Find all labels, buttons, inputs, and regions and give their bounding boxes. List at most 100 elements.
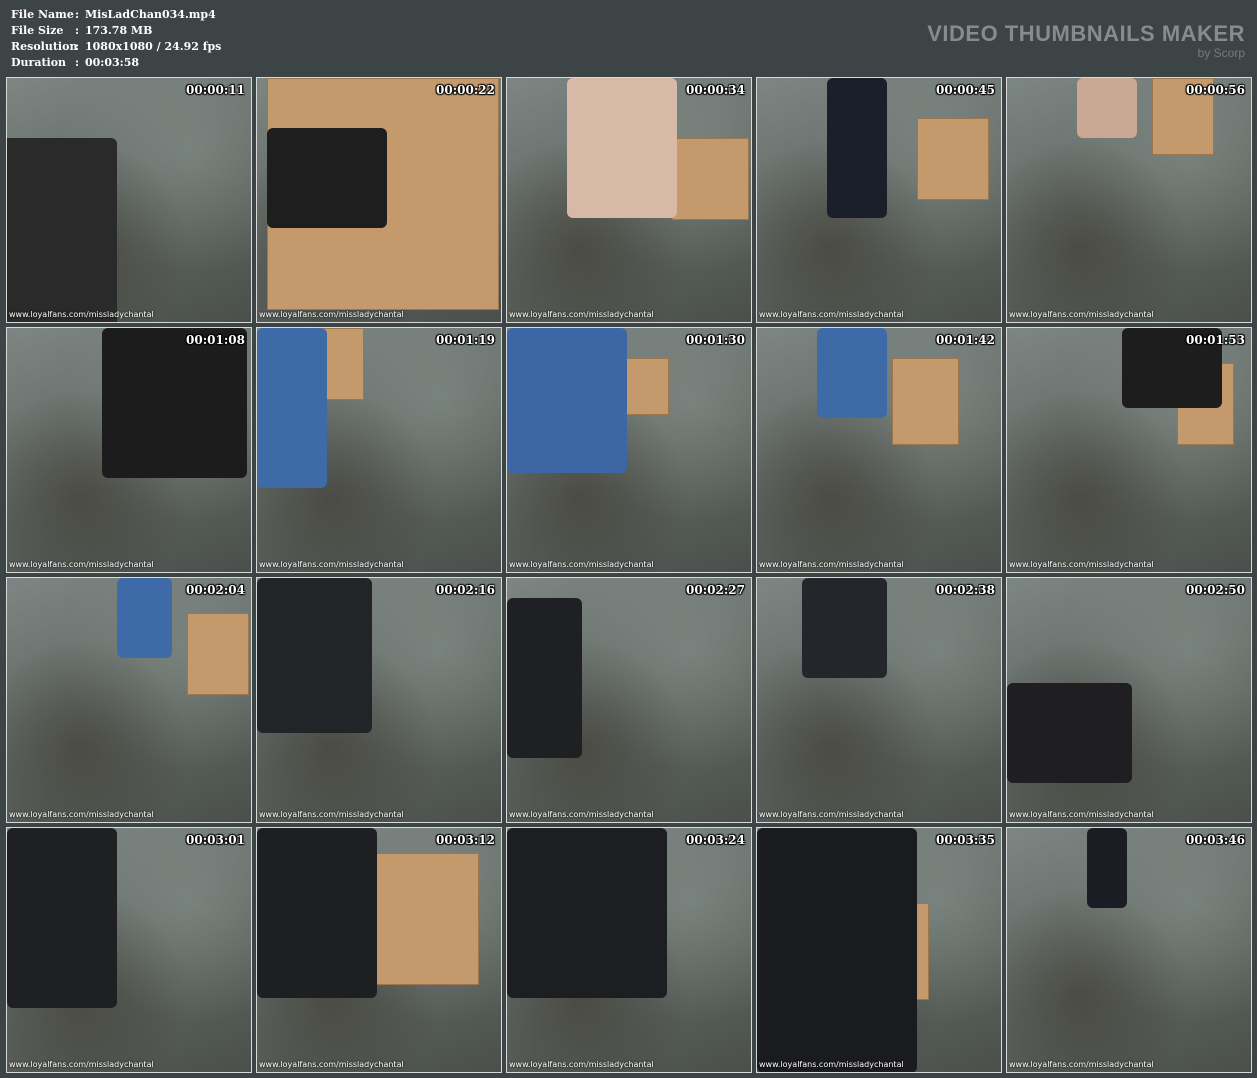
thumbnail-watermark: www.loyalfans.com/missladychantal xyxy=(9,1060,154,1069)
thumbnail-timestamp: 00:03:46 xyxy=(1186,833,1245,847)
person-figure-shape xyxy=(257,578,372,733)
thumbnail-timestamp: 00:03:01 xyxy=(186,833,245,847)
thumbnail-timestamp: 00:00:22 xyxy=(436,83,495,97)
thumbnail-timestamp: 00:01:42 xyxy=(936,333,995,347)
thumbnail-timestamp: 00:00:11 xyxy=(186,83,245,97)
thumbnail-watermark: www.loyalfans.com/missladychantal xyxy=(259,1060,404,1069)
thumbnail-tile[interactable]: 00:02:16 www.loyalfans.com/missladychanta… xyxy=(256,577,502,823)
thumbnail-timestamp: 00:01:19 xyxy=(436,333,495,347)
thumbnail-watermark: www.loyalfans.com/missladychantal xyxy=(9,560,154,569)
thumbnail-tile[interactable]: 00:02:50 www.loyalfans.com/missladychanta… xyxy=(1006,577,1252,823)
person-figure-shape xyxy=(257,828,377,998)
thumbnail-timestamp: 00:03:35 xyxy=(936,833,995,847)
cardboard-box-shape xyxy=(892,358,959,445)
file-info-value: MisLadChan034.mp4 xyxy=(85,8,216,21)
thumbnail-timestamp: 00:02:38 xyxy=(936,583,995,597)
file-info-separator: : xyxy=(75,8,80,21)
thumbnail-grid: 00:00:11 www.loyalfans.com/missladychanta… xyxy=(6,77,1252,1073)
thumbnail-tile[interactable]: 00:02:27 www.loyalfans.com/missladychanta… xyxy=(506,577,752,823)
person-figure-shape xyxy=(507,328,627,473)
thumbnail-timestamp: 00:00:45 xyxy=(936,83,995,97)
person-figure-shape xyxy=(507,598,582,758)
person-figure-shape xyxy=(827,78,887,218)
brand-title: VIDEO THUMBNAILS MAKER xyxy=(927,21,1245,46)
thumbnail-timestamp: 00:01:08 xyxy=(186,333,245,347)
thumbnail-timestamp: 00:03:24 xyxy=(686,833,745,847)
person-figure-shape xyxy=(102,328,247,478)
thumbnail-timestamp: 00:03:12 xyxy=(436,833,495,847)
thumbnail-watermark: www.loyalfans.com/missladychantal xyxy=(259,560,404,569)
thumbnail-tile[interactable]: 00:03:24 www.loyalfans.com/missladychanta… xyxy=(506,827,752,1073)
brand-logo: VIDEO THUMBNAILS MAKER by Scorp xyxy=(927,21,1245,60)
thumbnail-tile[interactable]: 00:00:22 www.loyalfans.com/missladychanta… xyxy=(256,77,502,323)
person-figure-shape xyxy=(507,828,667,998)
file-info-row: Duration : 00:03:58 xyxy=(11,55,221,71)
file-info-separator: : xyxy=(75,24,80,37)
thumbnail-tile[interactable]: 00:01:08 www.loyalfans.com/missladychanta… xyxy=(6,327,252,573)
header: File Name : MisLadChan034.mp4 File Size … xyxy=(0,0,1257,76)
person-figure-shape xyxy=(1077,78,1137,138)
thumbnail-watermark: www.loyalfans.com/missladychantal xyxy=(1009,560,1154,569)
thumbnail-watermark: www.loyalfans.com/missladychantal xyxy=(509,1060,654,1069)
file-info-key: Duration xyxy=(11,56,67,69)
file-info-separator: : xyxy=(75,56,80,69)
thumbnail-tile[interactable]: 00:03:01 www.loyalfans.com/missladychanta… xyxy=(6,827,252,1073)
person-figure-shape xyxy=(817,328,887,418)
person-figure-shape xyxy=(257,328,327,488)
thumbnail-watermark: www.loyalfans.com/missladychantal xyxy=(9,310,154,319)
thumbnail-frame-image xyxy=(1007,828,1251,1072)
thumbnail-watermark: www.loyalfans.com/missladychantal xyxy=(1009,310,1154,319)
thumbnail-watermark: www.loyalfans.com/missladychantal xyxy=(759,810,904,819)
brand-byline: by Scorp xyxy=(1197,46,1245,60)
thumbnail-tile[interactable]: 00:03:35 www.loyalfans.com/missladychanta… xyxy=(756,827,1002,1073)
thumbnail-watermark: www.loyalfans.com/missladychantal xyxy=(1009,810,1154,819)
thumbnail-timestamp: 00:02:50 xyxy=(1186,583,1245,597)
thumbnail-watermark: www.loyalfans.com/missladychantal xyxy=(259,810,404,819)
file-info-key: Resolution xyxy=(11,40,78,53)
thumbnail-timestamp: 00:02:27 xyxy=(686,583,745,597)
person-figure-shape xyxy=(567,78,677,218)
thumbnail-watermark: www.loyalfans.com/missladychantal xyxy=(1009,1060,1154,1069)
thumbnail-tile[interactable]: 00:00:11 www.loyalfans.com/missladychanta… xyxy=(6,77,252,323)
file-info-value: 173.78 MB xyxy=(85,24,153,37)
thumbnail-timestamp: 00:01:53 xyxy=(1186,333,1245,347)
cardboard-box-shape xyxy=(187,613,249,695)
thumbnail-tile[interactable]: 00:01:19 www.loyalfans.com/missladychanta… xyxy=(256,327,502,573)
person-figure-shape xyxy=(7,828,117,1008)
file-info-key: File Size xyxy=(11,24,64,37)
thumbnail-tile[interactable]: 00:01:30 www.loyalfans.com/missladychanta… xyxy=(506,327,752,573)
thumbnail-watermark: www.loyalfans.com/missladychantal xyxy=(509,810,654,819)
thumbnail-watermark: www.loyalfans.com/missladychantal xyxy=(759,560,904,569)
thumbnail-tile[interactable]: 00:00:34 www.loyalfans.com/missladychanta… xyxy=(506,77,752,323)
file-info-row: File Size : 173.78 MB xyxy=(11,23,221,39)
file-info: File Name : MisLadChan034.mp4 File Size … xyxy=(11,7,221,71)
person-figure-shape xyxy=(802,578,887,678)
person-figure-shape xyxy=(757,828,917,1072)
person-figure-shape xyxy=(117,578,172,658)
thumbnail-timestamp: 00:00:56 xyxy=(1186,83,1245,97)
thumbnail-tile[interactable]: 00:01:53 www.loyalfans.com/missladychanta… xyxy=(1006,327,1252,573)
file-info-row: File Name : MisLadChan034.mp4 xyxy=(11,7,221,23)
thumbnail-tile[interactable]: 00:01:42 www.loyalfans.com/missladychanta… xyxy=(756,327,1002,573)
thumbnail-tile[interactable]: 00:03:12 www.loyalfans.com/missladychanta… xyxy=(256,827,502,1073)
thumbnail-watermark: www.loyalfans.com/missladychantal xyxy=(259,310,404,319)
thumbnail-watermark: www.loyalfans.com/missladychantal xyxy=(509,560,654,569)
person-figure-shape xyxy=(1087,828,1127,908)
thumbnail-timestamp: 00:01:30 xyxy=(686,333,745,347)
person-figure-shape xyxy=(7,138,117,322)
thumbnail-watermark: www.loyalfans.com/missladychantal xyxy=(9,810,154,819)
thumbnail-tile[interactable]: 00:00:45 www.loyalfans.com/missladychanta… xyxy=(756,77,1002,323)
thumbnail-watermark: www.loyalfans.com/missladychantal xyxy=(759,310,904,319)
thumbnail-timestamp: 00:02:04 xyxy=(186,583,245,597)
thumbnail-tile[interactable]: 00:00:56 www.loyalfans.com/missladychanta… xyxy=(1006,77,1252,323)
person-figure-shape xyxy=(267,128,387,228)
thumbnail-tile[interactable]: 00:02:04 www.loyalfans.com/missladychanta… xyxy=(6,577,252,823)
thumbnail-tile[interactable]: 00:03:46 www.loyalfans.com/missladychanta… xyxy=(1006,827,1252,1073)
thumbnail-watermark: www.loyalfans.com/missladychantal xyxy=(759,1060,904,1069)
thumbnail-tile[interactable]: 00:02:38 www.loyalfans.com/missladychanta… xyxy=(756,577,1002,823)
cardboard-box-shape xyxy=(917,118,989,200)
thumbnail-timestamp: 00:00:34 xyxy=(686,83,745,97)
cardboard-box-shape xyxy=(672,138,749,220)
file-info-value: 1080x1080 / 24.92 fps xyxy=(85,40,222,53)
file-info-row: Resolution : 1080x1080 / 24.92 fps xyxy=(11,39,221,55)
